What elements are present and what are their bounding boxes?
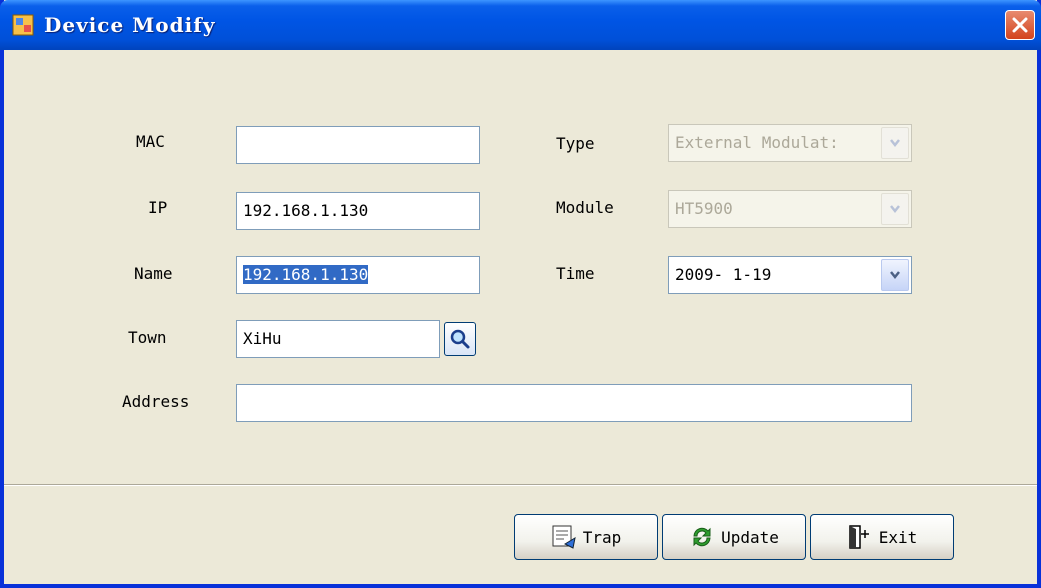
address-label: Address — [122, 392, 190, 411]
module-label: Module — [556, 198, 614, 217]
time-picker[interactable]: 2009- 1-19 — [668, 256, 912, 294]
name-input[interactable]: 192.168.1.130 — [236, 256, 480, 294]
ip-label: IP — [148, 198, 168, 217]
town-input[interactable]: XiHu — [236, 320, 440, 358]
time-dropdown-button[interactable] — [881, 259, 909, 291]
name-label: Name — [134, 264, 173, 283]
town-label: Town — [128, 328, 167, 347]
update-button[interactable]: Update — [662, 514, 806, 560]
address-input[interactable] — [236, 384, 912, 422]
module-select-value: HT5900 — [675, 199, 733, 218]
type-select-value: External Modulat: — [675, 133, 839, 152]
chevron-down-icon — [890, 205, 900, 214]
exit-door-icon — [848, 525, 869, 549]
module-select: HT5900 — [668, 190, 912, 228]
town-search-button[interactable] — [444, 322, 476, 356]
device-app-icon — [12, 14, 34, 36]
type-dropdown-button — [881, 127, 909, 159]
refresh-icon — [693, 527, 711, 547]
close-button[interactable] — [1005, 10, 1035, 40]
time-picker-value: 2009- 1-19 — [675, 265, 772, 284]
time-label: Time — [556, 264, 595, 283]
ip-input[interactable]: 192.168.1.130 — [236, 192, 480, 230]
mac-input[interactable] — [236, 126, 480, 164]
update-button-label: Update — [721, 527, 779, 547]
trap-button[interactable]: Trap — [514, 514, 658, 560]
window-title: Device Modify — [44, 13, 216, 37]
device-modify-window: Device Modify MAC IP 192.168.1.130 Name … — [0, 0, 1041, 588]
exit-button[interactable]: Exit — [810, 514, 954, 560]
chevron-down-icon — [890, 271, 900, 280]
name-input-selected-text: 192.168.1.130 — [243, 265, 369, 284]
button-area-divider — [4, 484, 1037, 486]
exit-button-label: Exit — [878, 527, 918, 547]
type-label: Type — [556, 134, 595, 153]
chevron-down-icon — [890, 139, 900, 148]
title-bar[interactable]: Device Modify — [0, 0, 1041, 50]
trap-icon — [552, 525, 576, 549]
mac-label: MAC — [136, 132, 165, 151]
trap-button-label: Trap — [582, 527, 622, 547]
module-dropdown-button — [881, 193, 909, 225]
magnifier-icon — [450, 329, 470, 349]
type-select: External Modulat: — [668, 124, 912, 162]
close-icon — [1012, 17, 1028, 33]
